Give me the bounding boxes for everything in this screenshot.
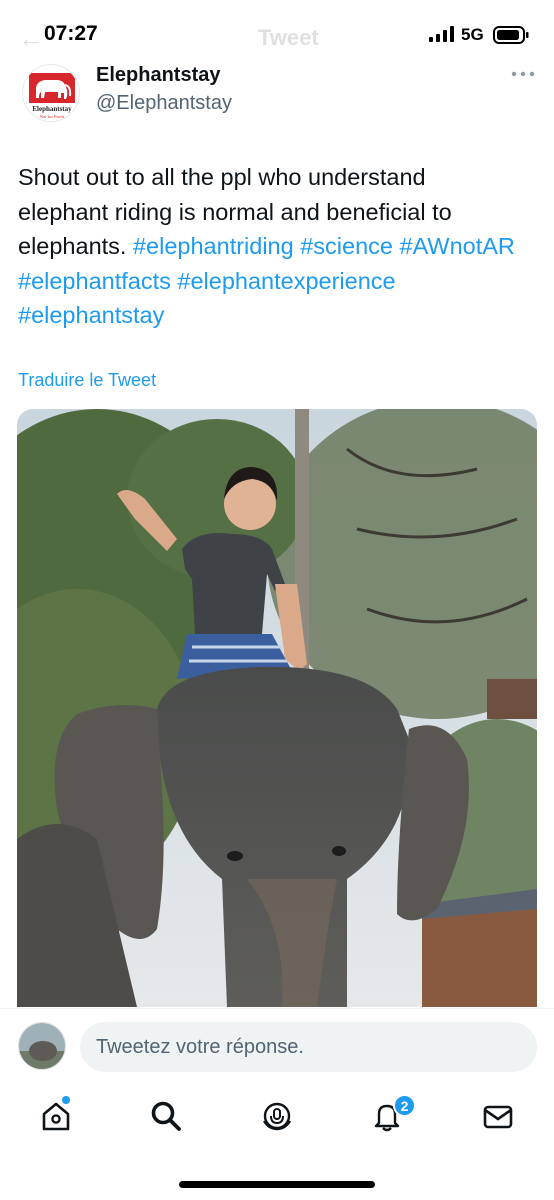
tab-messages[interactable] bbox=[478, 1096, 518, 1136]
hashtag-link[interactable]: #elephantriding bbox=[133, 233, 294, 259]
notifications-badge: 2 bbox=[393, 1094, 416, 1117]
hashtag-link[interactable]: #elephantfacts bbox=[18, 268, 171, 294]
author-display-name[interactable]: Elephantstay bbox=[96, 64, 220, 87]
current-user-avatar[interactable] bbox=[18, 1022, 66, 1070]
back-arrow-icon[interactable]: ← bbox=[18, 23, 44, 54]
reply-bar: Tweetez votre réponse. bbox=[0, 1008, 554, 1082]
tweet-body: Shout out to all the ppl who understand … bbox=[18, 160, 518, 333]
tweet-header: Elephantstay Not for Profit Elephantstay… bbox=[0, 60, 554, 130]
tab-spaces[interactable] bbox=[257, 1096, 297, 1136]
home-icon bbox=[42, 1102, 70, 1131]
home-unread-dot bbox=[62, 1096, 70, 1104]
clock: 07:27 bbox=[44, 22, 98, 45]
reply-input[interactable]: Tweetez votre réponse. bbox=[80, 1022, 537, 1072]
faded-header-title: Tweet bbox=[258, 25, 319, 50]
avatar-subtext: Not for Profit bbox=[40, 114, 65, 119]
network-type: 5G bbox=[461, 25, 484, 44]
tab-home[interactable] bbox=[36, 1096, 76, 1136]
user-avatar-image bbox=[19, 1023, 65, 1069]
tweet-photo[interactable] bbox=[17, 409, 537, 1007]
author-handle[interactable]: @Elephantstay bbox=[96, 92, 232, 115]
signal-icon bbox=[429, 26, 454, 42]
more-options-icon[interactable] bbox=[510, 68, 536, 80]
hashtag-link[interactable]: #science bbox=[300, 233, 393, 259]
avatar-brand-text: Elephantstay bbox=[32, 105, 72, 113]
translate-tweet-link[interactable]: Traduire le Tweet bbox=[18, 370, 156, 391]
elephantstay-logo-icon: Elephantstay Not for Profit bbox=[23, 65, 79, 121]
search-icon bbox=[151, 1101, 181, 1131]
spaces-icon bbox=[262, 1102, 292, 1131]
hashtag-link[interactable]: #AWnotAR bbox=[400, 233, 515, 259]
messages-icon bbox=[483, 1105, 513, 1129]
tab-bar: 2 bbox=[0, 1082, 554, 1152]
hashtag-link[interactable]: #elephantstay bbox=[18, 302, 164, 328]
home-indicator[interactable] bbox=[179, 1181, 375, 1188]
hashtag-link[interactable]: #elephantexperience bbox=[177, 268, 395, 294]
tab-search[interactable] bbox=[146, 1096, 186, 1136]
elephant-photo-illustration bbox=[17, 409, 537, 1007]
battery-icon bbox=[493, 26, 529, 44]
author-avatar[interactable]: Elephantstay Not for Profit bbox=[22, 64, 80, 122]
